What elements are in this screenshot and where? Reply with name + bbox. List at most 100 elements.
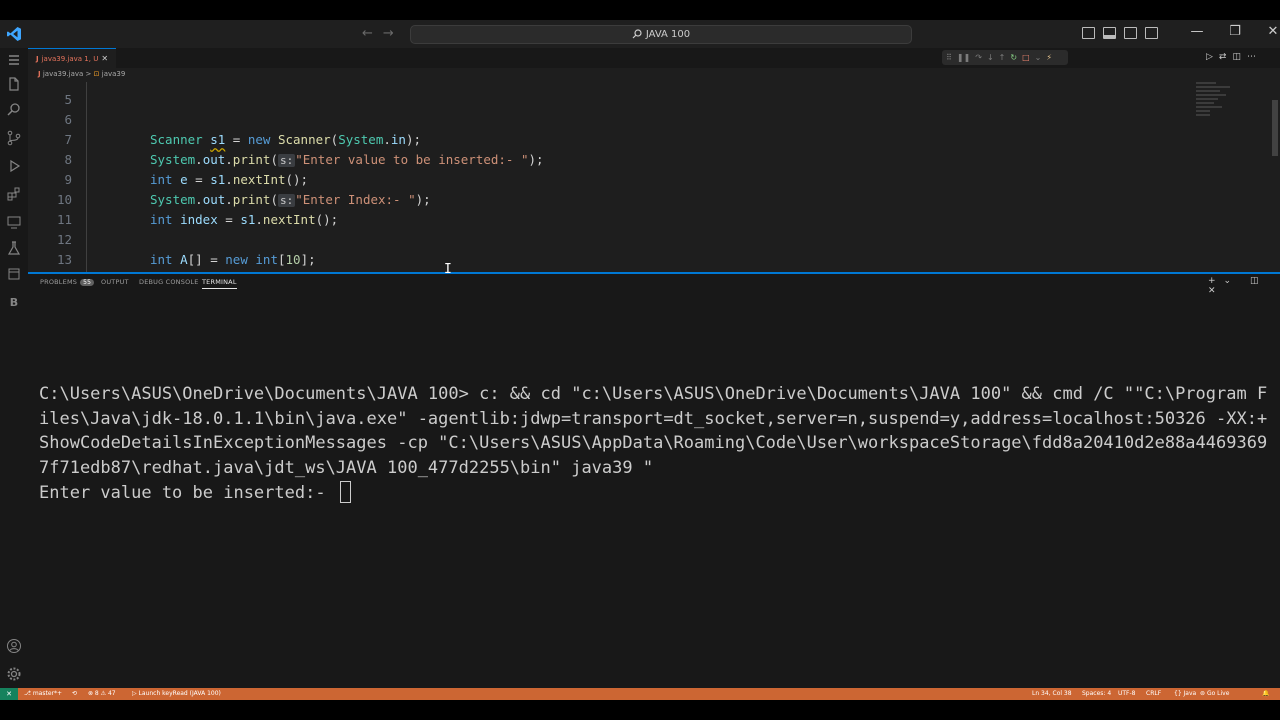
split-editor-icon[interactable]: ◫ — [1232, 52, 1247, 62]
run-debug-icon[interactable] — [6, 158, 22, 174]
line-endings[interactable]: CRLF — [1146, 688, 1161, 700]
back-arrow-icon[interactable]: ← — [362, 26, 383, 41]
encoding[interactable]: UTF-8 — [1118, 688, 1136, 700]
editor-scrollbar[interactable] — [1272, 100, 1278, 156]
nav-arrows: ←→ — [362, 26, 404, 41]
token: s1 — [240, 212, 256, 227]
token: = — [217, 212, 241, 227]
problems-status[interactable]: ⊗ 8 ⚠ 47 — [88, 688, 116, 700]
hot-code-replace-icon[interactable]: ⚡ — [1046, 53, 1052, 62]
breadcrumb-symbol[interactable]: java39 — [102, 70, 126, 78]
token: int — [150, 212, 173, 227]
toggle-sidebar-icon[interactable] — [1082, 27, 1095, 39]
command-center-search[interactable]: JAVA 100 — [410, 25, 912, 44]
code-line: 10 int index = s1.nextInt(); — [28, 170, 338, 227]
close-window-button[interactable]: ✕ — [1254, 24, 1280, 39]
tab-problems[interactable]: PROBLEMS 55 — [40, 278, 95, 286]
token: "Enter Index:- " — [295, 192, 416, 207]
code-line: 7 System.out.print(s: "Enter value to be … — [28, 110, 544, 167]
git-branch[interactable]: ⎇ master*+ — [24, 688, 62, 700]
token: s1 — [210, 172, 226, 187]
tab-close-icon[interactable]: ✕ — [101, 54, 108, 63]
account-icon[interactable] — [6, 638, 22, 654]
menu-icon[interactable] — [6, 52, 22, 68]
status-bar: ✕ ⎇ master*+ ⟲ ⊗ 8 ⚠ 47 ▷ Launch keyRead… — [0, 688, 1280, 700]
token: 10 — [285, 252, 301, 267]
token: new — [225, 252, 248, 267]
token: in — [390, 132, 406, 147]
toggle-panel-icon[interactable] — [1103, 27, 1116, 39]
pause-icon[interactable]: ❚❚ — [957, 53, 970, 62]
editor-tab-bar: Jjava39.java 1, U ✕ ⠿ ❚❚ ↷ ↓ ↑ ↻ □ ⌄ ⚡ ▷⇄… — [28, 48, 1280, 68]
problems-count-badge: 55 — [80, 279, 95, 286]
open-changes-icon[interactable]: ⇄ — [1219, 52, 1233, 62]
java-projects-icon[interactable] — [6, 266, 22, 282]
code-line: 14 A[1] = 9; — [28, 250, 218, 307]
token: nextInt — [232, 172, 286, 187]
settings-gear-icon[interactable] — [6, 666, 22, 682]
sync-icon[interactable]: ⟲ — [72, 688, 77, 700]
token: print — [232, 152, 271, 167]
run-icon[interactable]: ▷ — [1206, 52, 1219, 62]
tab-output[interactable]: OUTPUT — [101, 278, 129, 286]
explorer-icon[interactable] — [6, 76, 22, 92]
customize-layout-icon[interactable] — [1145, 27, 1158, 39]
indentation[interactable]: Spaces: 4 — [1082, 688, 1111, 700]
code-line: 11 — [28, 190, 88, 227]
terminal-output[interactable]: C:\Users\ASUS\OneDrive\Documents\JAVA 10… — [39, 382, 1269, 506]
cursor-position[interactable]: Ln 34, Col 38 — [1032, 688, 1072, 700]
toggle-secondary-sidebar-icon[interactable] — [1124, 27, 1137, 39]
code-line: 9 System.out.print(s: "Enter Index:- "); — [28, 150, 431, 207]
notifications-bell-icon[interactable]: 🔔 — [1262, 688, 1269, 700]
panel-tab-bar: PROBLEMS 55 OUTPUT DEBUG CONSOLE TERMINAL… — [28, 274, 1280, 296]
extensions-icon[interactable] — [6, 186, 22, 202]
token: = — [187, 172, 211, 187]
panel-actions[interactable]: +⌄ ◫ ✕ — [1208, 276, 1280, 296]
command-center-label: JAVA 100 — [645, 29, 691, 40]
launch-label: Launch keyRead (JAVA 100) — [138, 690, 221, 697]
stop-icon[interactable]: □ — [1022, 53, 1030, 62]
token: System — [150, 152, 196, 167]
go-live-label: Go Live — [1206, 690, 1230, 697]
token: new — [247, 132, 271, 147]
window-controls: — ❐ ✕ — [1178, 24, 1280, 39]
code-line: 6 Scanner s1 = new Scanner(System.in); — [28, 90, 421, 147]
launch-config[interactable]: ▷ Launch keyRead (JAVA 100) — [132, 688, 221, 700]
bookmarks-icon[interactable]: B — [6, 296, 22, 312]
code-line: 5 — [28, 70, 88, 107]
tab-debug-console[interactable]: DEBUG CONSOLE — [139, 278, 199, 286]
tab-terminal[interactable]: TERMINAL — [202, 278, 237, 289]
code-line: 13 A[0] = 5; — [28, 230, 218, 287]
vscode-logo-icon — [6, 26, 22, 42]
token: index — [180, 212, 218, 227]
token: print — [232, 192, 271, 207]
more-actions-icon[interactable]: ⋯ — [1247, 52, 1262, 62]
remote-explorer-icon[interactable] — [6, 214, 22, 230]
restore-button[interactable]: ❐ — [1216, 24, 1254, 39]
token: nextInt — [262, 212, 316, 227]
minimap[interactable] — [1196, 82, 1246, 132]
step-over-icon[interactable]: ↷ — [975, 53, 982, 62]
source-control-icon[interactable] — [6, 130, 22, 146]
step-out-icon[interactable]: ↑ — [999, 53, 1006, 62]
token: = — [225, 132, 248, 147]
branch-label: master*+ — [32, 690, 63, 697]
search-icon[interactable] — [6, 102, 22, 118]
tab-label: java39.java 1, U — [41, 55, 99, 63]
drag-handle-icon[interactable]: ⠿ — [946, 53, 952, 62]
language-mode[interactable]: {} Java — [1174, 688, 1196, 700]
terminal-prompt-line: Enter value to be inserted:- — [39, 482, 336, 503]
terminal-command-line: C:\Users\ASUS\OneDrive\Documents\JAVA 10… — [39, 384, 1268, 479]
minimize-button[interactable]: — — [1178, 24, 1216, 39]
vscode-window: ←→ JAVA 100 — ❐ ✕ B J java39.java 1, U ✕… — [0, 20, 1280, 700]
remote-indicator-icon[interactable]: ✕ — [0, 688, 18, 700]
testing-icon[interactable] — [6, 240, 22, 256]
more-chevron-icon[interactable]: ⌄ — [1035, 53, 1042, 62]
go-live[interactable]: ⊚ Go Live — [1200, 688, 1229, 700]
restart-icon[interactable]: ↻ — [1010, 53, 1017, 62]
forward-arrow-icon[interactable]: → — [383, 26, 404, 41]
editor-tab-java39[interactable]: Jjava39.java 1, U ✕ — [28, 48, 117, 68]
layout-controls — [1082, 27, 1158, 39]
step-into-icon[interactable]: ↓ — [987, 53, 994, 62]
editor-actions: ▷⇄◫⋯ — [1206, 52, 1262, 62]
